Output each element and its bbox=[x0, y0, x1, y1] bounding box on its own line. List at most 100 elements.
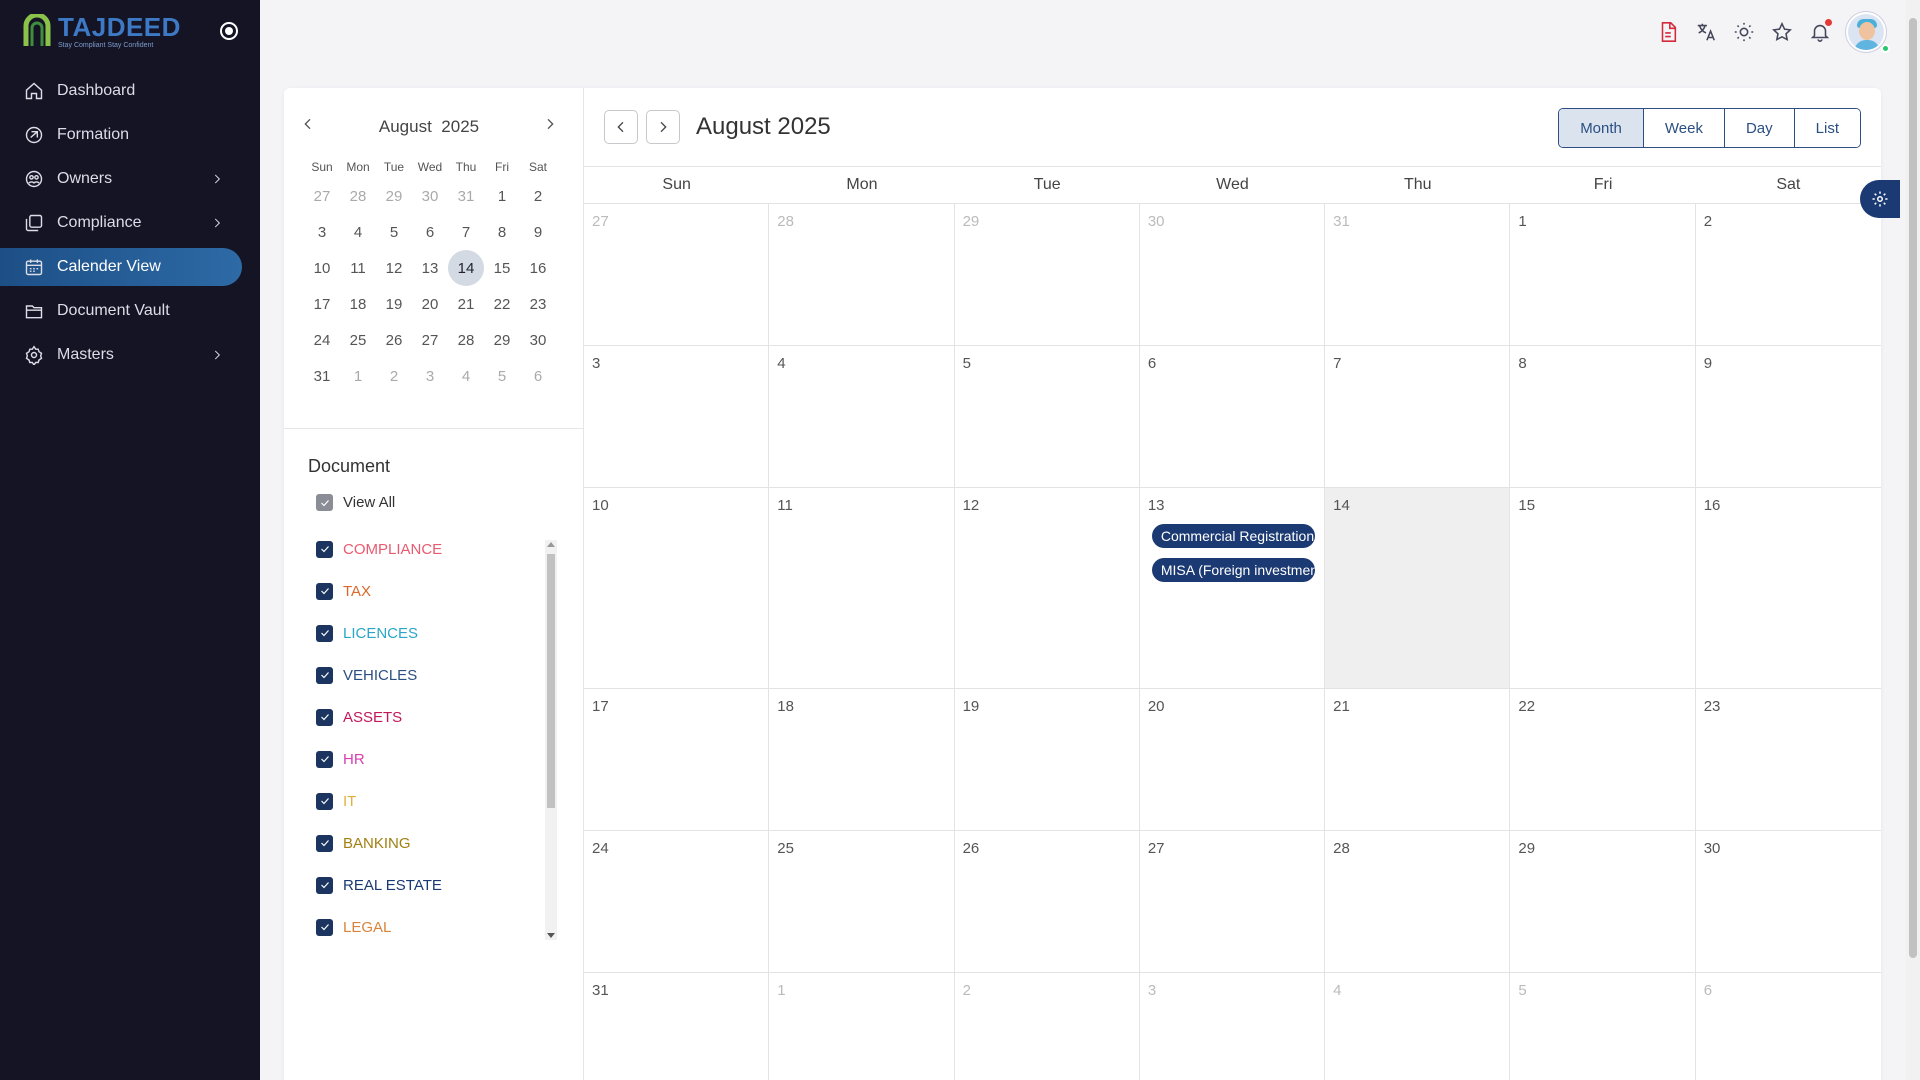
mini-day[interactable]: 31 bbox=[304, 358, 340, 394]
day-cell[interactable]: 23 bbox=[1696, 689, 1881, 830]
day-cell[interactable]: 29 bbox=[955, 204, 1140, 345]
translate-icon[interactable] bbox=[1694, 20, 1718, 44]
mini-day[interactable]: 30 bbox=[520, 322, 556, 358]
day-number[interactable]: 14 bbox=[1333, 497, 1350, 514]
day-number[interactable]: 24 bbox=[592, 840, 609, 857]
bell-icon[interactable] bbox=[1808, 19, 1832, 44]
sidebar-item-masters[interactable]: Masters bbox=[0, 336, 242, 374]
day-cell[interactable]: 2 bbox=[1696, 204, 1881, 345]
next-month-button[interactable] bbox=[646, 110, 680, 144]
day-number[interactable]: 11 bbox=[777, 497, 793, 514]
day-number[interactable]: 9 bbox=[1704, 355, 1712, 372]
mini-day[interactable]: 6 bbox=[412, 214, 448, 250]
day-cell[interactable]: 22 bbox=[1510, 689, 1696, 830]
mini-day[interactable]: 30 bbox=[412, 178, 448, 214]
mini-day[interactable]: 29 bbox=[484, 322, 520, 358]
day-number[interactable]: 7 bbox=[1333, 355, 1341, 372]
mini-day[interactable]: 4 bbox=[448, 358, 484, 394]
day-number[interactable]: 2 bbox=[1704, 213, 1712, 230]
day-cell[interactable]: 12 bbox=[955, 488, 1140, 688]
mini-day[interactable]: 8 bbox=[484, 214, 520, 250]
filter-tax[interactable]: TAX bbox=[316, 570, 526, 612]
mini-day[interactable]: 3 bbox=[412, 358, 448, 394]
day-cell[interactable]: 17 bbox=[584, 689, 770, 830]
sidebar-item-dashboard[interactable]: Dashboard bbox=[0, 72, 242, 110]
day-number[interactable]: 12 bbox=[963, 497, 980, 514]
day-number[interactable]: 27 bbox=[1148, 840, 1165, 857]
mini-day[interactable]: 12 bbox=[376, 250, 412, 286]
day-cell[interactable]: 1 bbox=[1510, 204, 1696, 345]
day-cell[interactable]: 7 bbox=[1325, 346, 1511, 487]
mini-day[interactable]: 19 bbox=[376, 286, 412, 322]
day-cell[interactable]: 9 bbox=[1696, 346, 1881, 487]
filter-assets[interactable]: ASSETS bbox=[316, 696, 526, 738]
day-cell[interactable]: 4 bbox=[1325, 973, 1511, 1080]
event-chip[interactable]: MISA (Foreign investment) bbox=[1151, 558, 1315, 582]
view-week-button[interactable]: Week bbox=[1642, 109, 1724, 147]
mini-day[interactable]: 6 bbox=[520, 358, 556, 394]
mini-prev-button[interactable] bbox=[300, 116, 316, 137]
sidebar-item-compliance[interactable]: Compliance bbox=[0, 204, 242, 242]
day-number[interactable]: 4 bbox=[1333, 982, 1341, 999]
mini-day[interactable]: 28 bbox=[448, 322, 484, 358]
filter-banking[interactable]: BANKING bbox=[316, 822, 526, 864]
day-cell[interactable]: 13 Commercial Registration MISA (Foreign i… bbox=[1140, 488, 1326, 688]
day-cell[interactable]: 19 bbox=[955, 689, 1140, 830]
mini-day[interactable]: 16 bbox=[520, 250, 556, 286]
filter-scrollbar[interactable] bbox=[545, 540, 557, 940]
filter-real-estate[interactable]: REAL ESTATE bbox=[316, 864, 526, 906]
day-number[interactable]: 1 bbox=[1518, 213, 1526, 230]
day-number[interactable]: 19 bbox=[963, 698, 980, 715]
day-number[interactable]: 30 bbox=[1148, 213, 1165, 230]
pdf-icon[interactable] bbox=[1656, 20, 1680, 44]
mini-day[interactable]: 3 bbox=[304, 214, 340, 250]
day-number[interactable]: 10 bbox=[592, 497, 609, 514]
mini-day[interactable]: 20 bbox=[412, 286, 448, 322]
checkbox[interactable] bbox=[316, 876, 333, 894]
checkbox[interactable] bbox=[316, 708, 333, 726]
day-cell[interactable]: 5 bbox=[955, 346, 1140, 487]
day-cell[interactable]: 2 bbox=[955, 973, 1140, 1080]
day-number[interactable]: 3 bbox=[1148, 982, 1156, 999]
day-number[interactable]: 15 bbox=[1518, 497, 1535, 514]
page-scroll-thumb[interactable] bbox=[1909, 18, 1917, 958]
day-cell[interactable]: 27 bbox=[1140, 831, 1326, 972]
day-number[interactable]: 20 bbox=[1148, 698, 1165, 715]
prev-month-button[interactable] bbox=[604, 110, 638, 144]
mini-day[interactable]: 2 bbox=[520, 178, 556, 214]
day-cell[interactable]: 30 bbox=[1696, 831, 1881, 972]
day-cell[interactable]: 21 bbox=[1325, 689, 1511, 830]
mini-day[interactable]: 18 bbox=[340, 286, 376, 322]
day-number[interactable]: 17 bbox=[592, 698, 609, 715]
checkbox-indeterminate[interactable] bbox=[316, 494, 333, 511]
checkbox[interactable] bbox=[316, 918, 333, 936]
mini-day[interactable]: 27 bbox=[412, 322, 448, 358]
day-cell[interactable]: 3 bbox=[1140, 973, 1326, 1080]
day-number[interactable]: 27 bbox=[592, 213, 609, 230]
checkbox[interactable] bbox=[316, 582, 333, 600]
mini-day[interactable]: 9 bbox=[520, 214, 556, 250]
mini-year[interactable]: 2025 bbox=[441, 117, 479, 136]
day-cell[interactable]: 30 bbox=[1140, 204, 1326, 345]
checkbox[interactable] bbox=[316, 624, 333, 642]
day-number[interactable]: 13 bbox=[1148, 497, 1165, 514]
avatar[interactable] bbox=[1846, 12, 1886, 52]
scroll-thumb[interactable] bbox=[547, 554, 555, 808]
event-chip[interactable]: Commercial Registration bbox=[1151, 524, 1315, 548]
mini-day[interactable]: 13 bbox=[412, 250, 448, 286]
mini-next-button[interactable] bbox=[542, 116, 558, 137]
sun-icon[interactable] bbox=[1732, 20, 1756, 44]
mini-day[interactable]: 15 bbox=[484, 250, 520, 286]
mini-day[interactable]: 31 bbox=[448, 178, 484, 214]
mini-day-today[interactable]: 14 bbox=[448, 250, 484, 286]
customizer-button[interactable] bbox=[1860, 180, 1900, 218]
checkbox[interactable] bbox=[316, 834, 333, 852]
sidebar-item-calender-view[interactable]: Calender View bbox=[0, 248, 242, 286]
filter-hr[interactable]: HR bbox=[316, 738, 526, 780]
day-number[interactable]: 28 bbox=[777, 213, 794, 230]
page-scrollbar[interactable] bbox=[1906, 0, 1920, 1080]
checkbox[interactable] bbox=[316, 540, 333, 558]
day-number[interactable]: 31 bbox=[1333, 213, 1350, 230]
star-icon[interactable] bbox=[1770, 20, 1794, 44]
day-number[interactable]: 29 bbox=[1518, 840, 1535, 857]
